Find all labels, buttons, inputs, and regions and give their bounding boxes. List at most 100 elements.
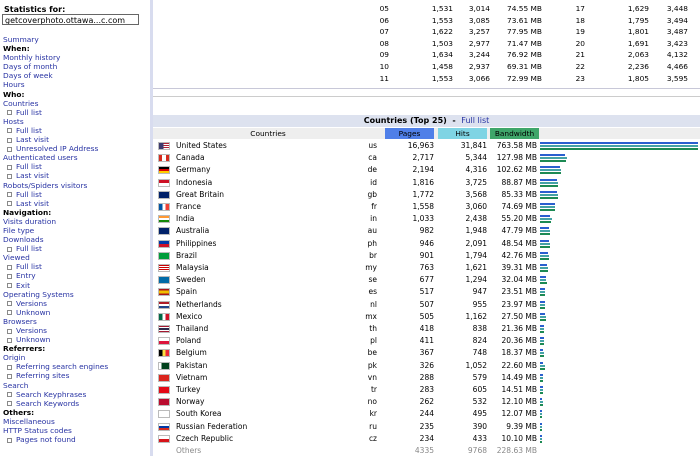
country-hits: 605	[472, 385, 487, 394]
hour-cell-hi1: 3,085	[468, 15, 490, 25]
nav-subitem-pages-not-found[interactable]: Pages not found	[3, 435, 150, 444]
nav-link-summary[interactable]: Summary	[3, 35, 150, 44]
flag-br-icon	[158, 251, 170, 260]
nav-subitem-full-list[interactable]: Full list	[3, 162, 150, 171]
subitem-bullet-icon	[7, 301, 12, 307]
nav-subitem-label: Full list	[16, 162, 42, 172]
hour-row: 09 1,634 3,244 76.92 MB 21 2,063 4,132	[153, 50, 700, 62]
nav-subitem-exit[interactable]: Exit	[3, 281, 150, 290]
hour-cell-h2: 19	[575, 27, 585, 37]
hour-cell-h1: 09	[379, 50, 389, 60]
bar-hits	[540, 242, 551, 245]
nav-subitem-full-list[interactable]: Full list	[3, 244, 150, 253]
hour-row: 10 1,458 2,937 69.31 MB 22 2,236 4,466	[153, 62, 700, 74]
nav-subitem-search-keyphrases[interactable]: Search Keyphrases	[3, 390, 150, 399]
bar-pages	[540, 178, 557, 181]
nav-link-days-of-week[interactable]: Days of week	[3, 71, 150, 80]
nav-link-http-status-codes[interactable]: HTTP Status codes	[3, 426, 150, 435]
nav-subitem-versions[interactable]: Versions	[3, 299, 150, 308]
countries-full-list-link[interactable]: Full list	[461, 116, 489, 125]
site-selector[interactable]: getcoverphoto.ottawa...c.com	[2, 14, 139, 25]
nav-subitem-full-list[interactable]: Full list	[3, 108, 150, 117]
nav-subitem-referring-sites[interactable]: Referring sites	[3, 371, 150, 380]
bar-hits	[540, 181, 559, 184]
bar-bandwidth	[540, 440, 543, 443]
subitem-bullet-icon	[7, 283, 12, 289]
country-pages: 946	[419, 238, 434, 248]
nav-subitem-entry[interactable]: Entry	[3, 271, 150, 280]
subitem-bullet-icon	[7, 392, 12, 398]
nav-subitem-last-visit[interactable]: Last visit	[3, 171, 150, 180]
country-row: Belgium be 367 748 18.37 MB	[153, 347, 700, 359]
nav-subitem-full-list[interactable]: Full list	[3, 190, 150, 199]
bar-bandwidth	[540, 343, 545, 346]
country-pages: 326	[419, 360, 434, 370]
nav-subitem-unknown[interactable]: Unknown	[3, 335, 150, 344]
bar-hits	[540, 376, 543, 379]
bar-pages	[540, 227, 550, 230]
nav-link-downloads[interactable]: Downloads	[3, 235, 150, 244]
nav-link-hosts[interactable]: Hosts	[3, 117, 150, 126]
country-pages: 507	[419, 299, 434, 309]
hour-cell-b1: 77.95 MB	[507, 27, 542, 37]
hour-cell-hi2: 4,466	[666, 62, 688, 71]
hour-cell-h2: 18	[575, 15, 585, 25]
nav-link-monthly-history[interactable]: Monthly history	[3, 53, 150, 62]
bar-hits	[540, 437, 543, 440]
country-pages: 411	[419, 336, 434, 346]
nav-subitem-full-list[interactable]: Full list	[3, 262, 150, 271]
country-hits: 2,438	[465, 214, 487, 224]
countries-title: Countries (Top 25)	[363, 116, 447, 125]
country-hits: 748	[472, 348, 487, 358]
nav-link-robots-spiders-visitors[interactable]: Robots/Spiders visitors	[3, 181, 150, 190]
nav-link-days-of-month[interactable]: Days of month	[3, 62, 150, 71]
hour-row: 07 1,622 3,257 77.95 MB 19 1,801 3,487	[153, 27, 700, 39]
nav-link-origin[interactable]: Origin	[3, 353, 150, 362]
hour-cell-hi1: 3,257	[468, 27, 490, 37]
country-row: Canada ca 2,717 5,344 127.98 MB	[153, 152, 700, 164]
nav-subitem-versions[interactable]: Versions	[3, 326, 150, 335]
hour-cell-hi2: 3,595	[666, 73, 688, 83]
bar-bandwidth	[540, 172, 562, 175]
nav-subitem-last-visit[interactable]: Last visit	[3, 199, 150, 208]
nav-link-visits-duration[interactable]: Visits duration	[3, 217, 150, 226]
flag-pk-icon	[158, 361, 170, 370]
country-hits: 3,060	[465, 202, 487, 211]
nav-link-miscellaneous[interactable]: Miscellaneous	[3, 417, 150, 426]
nav-section-others: Others:	[3, 407, 35, 417]
bar-pages	[540, 239, 549, 242]
country-bw: 23.51 MB	[501, 287, 537, 297]
country-hits: 824	[472, 336, 487, 346]
nav-subitem-referring-search-engines[interactable]: Referring search engines	[3, 362, 150, 371]
nav-link-viewed[interactable]: Viewed	[3, 253, 150, 262]
country-row: Spain es 517 947 23.51 MB	[153, 286, 700, 298]
nav-link-file-type[interactable]: File type	[3, 226, 150, 235]
nav-subitem-search-keywords[interactable]: Search Keywords	[3, 399, 150, 408]
nav-subitem-label: Versions	[16, 298, 48, 308]
country-hits: 1,162	[465, 311, 487, 321]
hour-cell-h2: 20	[575, 38, 585, 48]
country-code: tr	[370, 385, 377, 394]
country-hits: 31,841	[460, 141, 487, 150]
country-name: Brazil	[176, 250, 197, 260]
nav-link-hours[interactable]: Hours	[3, 80, 150, 89]
hour-cell-h1: 06	[379, 15, 389, 25]
hour-cell-b1: 73.61 MB	[507, 15, 542, 25]
nav-subitem-unresolved-ip-address[interactable]: Unresolved IP Address	[3, 144, 150, 153]
country-hits: 495	[472, 409, 487, 419]
country-pages: 1,558	[412, 202, 434, 211]
country-code: in	[370, 214, 377, 224]
nav-link-search[interactable]: Search	[3, 381, 150, 390]
nav-link-countries[interactable]: Countries	[3, 99, 150, 108]
hour-cell-h2: 23	[575, 73, 585, 83]
nav-subitem-full-list[interactable]: Full list	[3, 126, 150, 135]
nav-subitem-unknown[interactable]: Unknown	[3, 308, 150, 317]
nav-link-authenticated-users[interactable]: Authenticated users	[3, 153, 150, 162]
country-bw: 88.87 MB	[501, 177, 537, 187]
country-pages: 4335	[414, 446, 434, 455]
hour-cell-hi2: 3,448	[666, 4, 688, 13]
nav-link-operating-systems[interactable]: Operating Systems	[3, 290, 150, 299]
country-name: Others	[176, 446, 202, 455]
nav-subitem-last-visit[interactable]: Last visit	[3, 135, 150, 144]
nav-link-browsers[interactable]: Browsers	[3, 317, 150, 326]
